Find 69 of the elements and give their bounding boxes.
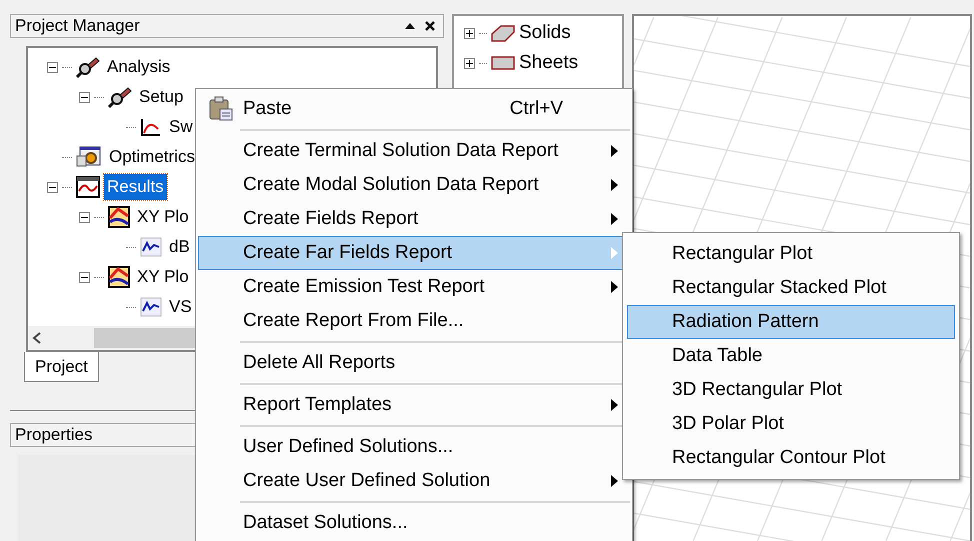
panel-title: Project Manager xyxy=(15,15,141,38)
menu-item-label: Create Far Fields Report xyxy=(243,240,454,265)
tree-item[interactable]: Sheets xyxy=(519,48,578,78)
menu-item[interactable]: Rectangular Plot xyxy=(627,237,955,271)
box-icon xyxy=(491,24,515,42)
submenu-arrow-icon xyxy=(610,213,618,225)
submenu-arrow-icon xyxy=(610,145,618,157)
menu-item-label: Create Terminal Solution Data Report xyxy=(243,138,560,163)
menu-item[interactable]: Radiation Pattern xyxy=(627,305,955,339)
tree-item[interactable]: Solids xyxy=(519,18,571,48)
tree-item[interactable]: Analysis xyxy=(104,54,174,80)
menu-item[interactable]: 3D Rectangular Plot xyxy=(627,373,955,407)
chart-window-icon xyxy=(76,176,100,198)
menu-item[interactable]: Rectangular Contour Plot xyxy=(627,441,955,475)
menu-item[interactable]: Create User Defined Solution xyxy=(198,464,630,498)
expander-icon[interactable] xyxy=(464,58,475,68)
tree-item[interactable]: Setup xyxy=(136,84,186,110)
expander-icon[interactable] xyxy=(78,272,90,282)
rectangle-icon xyxy=(491,56,515,70)
expander-icon[interactable] xyxy=(78,212,90,222)
menu-item-label: Dataset Solutions... xyxy=(243,510,409,535)
expander-icon[interactable] xyxy=(46,62,58,72)
menu-item[interactable]: Dataset Solutions... xyxy=(198,506,630,540)
expander-icon[interactable] xyxy=(78,92,90,102)
tree-item[interactable]: XY Plo xyxy=(134,264,192,290)
tree-item[interactable]: XY Plo xyxy=(134,204,192,230)
menu-item-label: Paste xyxy=(243,96,293,121)
menu-item[interactable]: Create Terminal Solution Data Report xyxy=(198,134,630,168)
plot-icon xyxy=(108,206,130,228)
tree-item[interactable]: Optimetrics xyxy=(106,144,198,170)
line-chart-icon xyxy=(140,297,162,317)
tree-item[interactable]: Results xyxy=(104,174,167,200)
plot-icon xyxy=(108,266,130,288)
probe-icon xyxy=(76,56,100,78)
panel-title: Properties xyxy=(15,424,92,446)
submenu-arrow-icon xyxy=(610,281,618,293)
menu-item-label: Report Templates xyxy=(243,392,393,417)
menu-item-label: User Defined Solutions... xyxy=(243,434,454,459)
expander-icon[interactable] xyxy=(46,182,58,192)
collapse-icon[interactable] xyxy=(405,22,415,30)
menu-item[interactable]: 3D Polar Plot xyxy=(627,407,955,441)
menu-item[interactable]: Rectangular Stacked Plot xyxy=(627,271,955,305)
menu-item[interactable]: Data Table xyxy=(627,339,955,373)
tab[interactable]: Project xyxy=(24,352,99,382)
menu-item-label: Delete All Reports xyxy=(243,350,396,375)
expander-icon[interactable] xyxy=(464,28,475,38)
probe-icon xyxy=(108,86,132,108)
menu-item[interactable]: Paste Ctrl+V xyxy=(198,92,630,126)
menu-item[interactable]: Create Fields Report xyxy=(198,202,630,236)
menu-item[interactable]: Report Templates xyxy=(198,388,630,422)
tree-item[interactable]: VS xyxy=(166,294,195,320)
menu-item-label: Create Report From File... xyxy=(243,308,465,333)
submenu-arrow-icon xyxy=(610,247,618,259)
tree-item[interactable]: dB xyxy=(166,234,193,260)
curve-icon xyxy=(140,117,162,137)
menu-item-label: Create User Defined Solution xyxy=(243,468,492,493)
tree-item[interactable]: Sw xyxy=(166,114,196,140)
submenu-arrow-icon xyxy=(610,399,618,411)
submenu-arrow-icon xyxy=(610,179,618,191)
submenu-arrow-icon xyxy=(610,475,618,487)
menu-item-label: Create Fields Report xyxy=(243,206,420,231)
gear-window-icon xyxy=(76,146,102,168)
menu-item[interactable]: Create Modal Solution Data Report xyxy=(198,168,630,202)
line-chart-icon xyxy=(140,237,162,257)
close-icon[interactable] xyxy=(425,21,435,31)
shortcut-label: Ctrl+V xyxy=(510,96,563,121)
menu-item-label: Create Modal Solution Data Report xyxy=(243,172,540,197)
menu-item-label: Create Emission Test Report xyxy=(243,274,486,299)
clipboard-icon xyxy=(208,96,234,122)
